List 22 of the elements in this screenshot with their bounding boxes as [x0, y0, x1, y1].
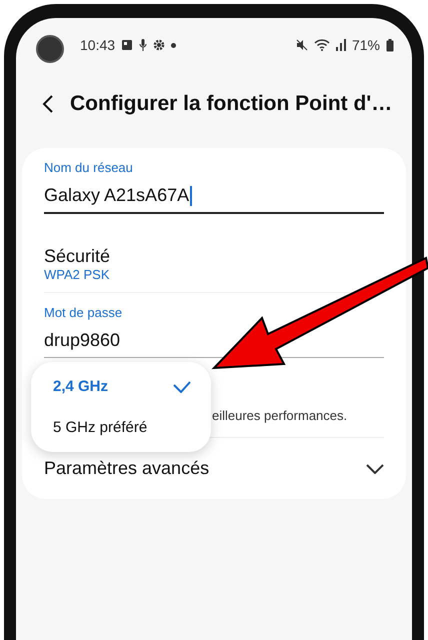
- security-label: Sécurité: [44, 246, 112, 267]
- band-hint-text: eilleures performances.: [212, 408, 348, 423]
- battery-icon: [386, 38, 394, 52]
- field-label: Mot de passe: [44, 305, 124, 320]
- gear-icon: [153, 39, 166, 51]
- input-field[interactable]: Galaxy A21sA67A: [44, 179, 384, 214]
- status-time: 10:43: [80, 37, 116, 53]
- image-icon: [121, 39, 134, 51]
- security-value: WPA2 PSK: [44, 267, 111, 282]
- chevron-icon: [366, 464, 384, 474]
- page-title: Configurer la fonction Point d'…: [70, 92, 392, 116]
- field-label: Nom du réseau: [44, 160, 134, 175]
- signal-icon: [336, 39, 346, 51]
- battery-percent: 71%: [352, 37, 380, 53]
- back-button[interactable]: [42, 94, 54, 114]
- microphone-icon: [139, 39, 148, 51]
- mute-icon: [296, 39, 308, 51]
- wifi-icon: [314, 39, 330, 51]
- camera-icon: [36, 35, 64, 63]
- dot-icon: [171, 42, 176, 48]
- menu-item[interactable]: 2,4 GHz: [31, 366, 211, 407]
- check-icon: [173, 380, 191, 392]
